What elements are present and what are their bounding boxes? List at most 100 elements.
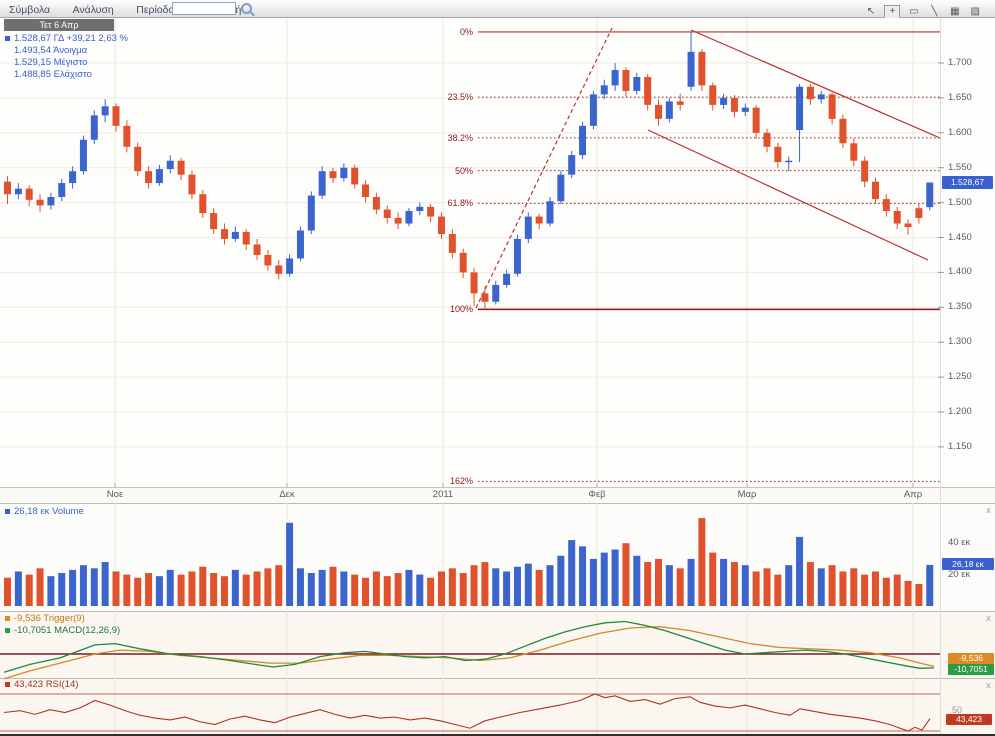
macd-chart-canvas[interactable] [0, 611, 995, 677]
volume-bar [319, 570, 326, 606]
candle-body [601, 85, 608, 94]
candle-body [796, 87, 803, 130]
candle-body [905, 224, 912, 227]
volume-bar [102, 562, 109, 606]
volume-bar [254, 571, 261, 606]
volume-chart-canvas[interactable] [0, 503, 995, 610]
volume-bar [438, 571, 445, 606]
volume-bar [330, 567, 337, 606]
volume-bar [427, 578, 434, 606]
price-tick-label: 1.400 [948, 266, 972, 277]
fib-label: 23.5% [433, 92, 473, 102]
candle-body [731, 98, 738, 112]
price-tick-label: 1.650 [948, 92, 972, 103]
candle-body [503, 274, 510, 285]
x-axis-label: Απρ [893, 489, 933, 500]
cursor-tool-icon[interactable]: ↖ [864, 5, 878, 18]
volume-bar [633, 556, 640, 606]
candle-body [525, 217, 532, 239]
grid-tool-icon[interactable]: ▦ [948, 5, 962, 18]
legend-marker [5, 628, 10, 633]
volume-bar [460, 573, 467, 606]
x-axis-label: Μαρ [727, 489, 767, 500]
rsi-mid-level-label: 50 [952, 705, 962, 715]
price-chart-canvas[interactable] [0, 18, 995, 487]
chart-style-tool-icon[interactable]: ▨ [968, 5, 982, 18]
fib-label: 162% [433, 476, 473, 486]
candle-body [330, 171, 337, 178]
volume-bar [688, 559, 695, 606]
volume-bar [134, 578, 141, 606]
volume-bar [655, 559, 662, 606]
volume-tick-label: 40 εκ [948, 537, 970, 548]
box-tool-icon[interactable]: ▭ [907, 5, 921, 18]
volume-bar [905, 581, 912, 606]
legend-date: Τετ 6 Απρ [4, 19, 114, 31]
symbol-search-input[interactable] [172, 2, 236, 15]
candle-body [818, 94, 825, 99]
crosshair-tool-icon[interactable]: + [884, 5, 900, 19]
close-icon[interactable]: x [984, 506, 993, 515]
search-icon[interactable] [241, 3, 252, 14]
volume-bar [37, 568, 44, 606]
candle-body [264, 255, 271, 265]
price-tick-label: 1.450 [948, 232, 972, 243]
candle-body [113, 106, 120, 126]
fib-label: 38.2% [433, 133, 473, 143]
volume-bar [405, 570, 412, 606]
close-icon[interactable]: x [984, 681, 993, 690]
volume-bar [145, 573, 152, 606]
candle-body [720, 98, 727, 105]
candle-body [850, 143, 857, 160]
volume-bar [785, 565, 792, 606]
volume-bar [80, 565, 87, 606]
candle-body [492, 285, 499, 302]
candle-body [69, 171, 76, 183]
trendline-tool-icon[interactable]: ╲ [927, 5, 941, 18]
candle-body [829, 94, 836, 118]
fib-label: 50% [433, 166, 473, 176]
candle-body [145, 171, 152, 183]
charting-app-window: { "menu": {"items": ["Σύμβολα", "Ανάλυση… [0, 0, 995, 736]
volume-bar [612, 549, 619, 606]
candle-body [37, 200, 44, 206]
close-icon[interactable]: x [984, 614, 993, 623]
candle-body [677, 101, 684, 104]
candle-body [568, 155, 575, 175]
candle-body [481, 293, 488, 301]
volume-bar [926, 565, 933, 606]
candle-body [633, 77, 640, 91]
trendline [691, 30, 940, 138]
volume-bar [416, 575, 423, 606]
price-tick-label: 1.150 [948, 441, 972, 452]
menu-bar: Σύμβολα Ανάλυση Περίοδοι Προβολή ↖ + ▭ ╲… [0, 0, 995, 18]
candle-body [785, 161, 792, 163]
candle-body [416, 207, 423, 211]
volume-bar [178, 575, 185, 606]
candle-body [709, 85, 716, 105]
candle-body [156, 169, 163, 183]
volume-bar [850, 568, 857, 606]
menu-analysis[interactable]: Ανάλυση [64, 2, 123, 16]
candle-body [644, 77, 651, 105]
candle-body [210, 213, 217, 229]
volume-bar [275, 565, 282, 606]
candle-body [698, 52, 705, 86]
candle-body [438, 217, 445, 234]
candle-body [384, 210, 391, 218]
current-price-box: 1.528,67 [942, 176, 993, 189]
candle-body [319, 171, 326, 195]
trigger-line [4, 627, 934, 679]
candle-body [395, 218, 402, 224]
x-axis-label: 2011 [423, 489, 463, 500]
volume-bar [568, 540, 575, 606]
fib-label: 61.8% [433, 198, 473, 208]
menu-symbols[interactable]: Σύμβολα [0, 2, 59, 16]
rsi-chart-canvas[interactable] [0, 678, 995, 734]
candle-body [134, 147, 141, 171]
volume-bar [557, 556, 564, 606]
candle-body [123, 126, 130, 147]
volume-bar [796, 537, 803, 606]
volume-bar [861, 575, 868, 606]
candle-body [622, 70, 629, 91]
